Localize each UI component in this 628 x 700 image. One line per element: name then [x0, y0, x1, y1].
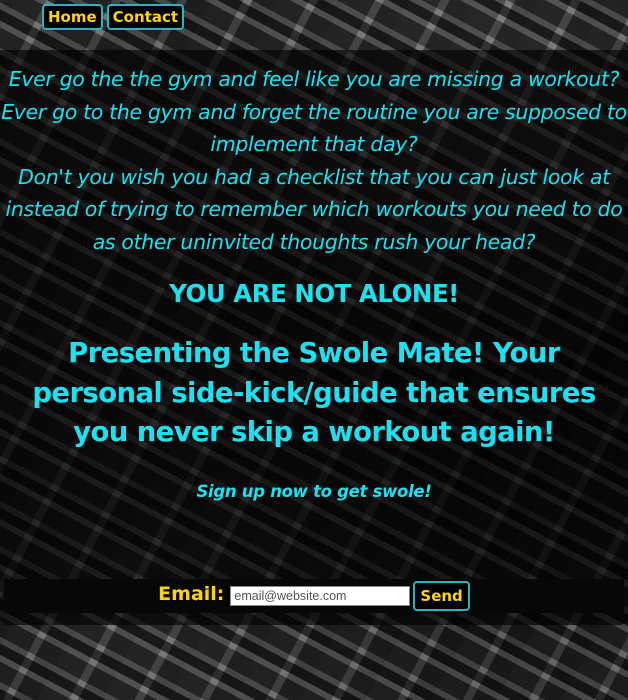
- signup-prompt: Sign up now to get swole!: [196, 481, 432, 501]
- email-signup-form: Email: Send: [4, 579, 624, 613]
- nav-home-link[interactable]: Home: [42, 4, 103, 30]
- send-button[interactable]: Send: [413, 581, 470, 611]
- intro-line-forget-routine: Ever go to the gym and forget the routin…: [1, 99, 627, 157]
- email-field[interactable]: [230, 586, 411, 606]
- headline-not-alone: YOU ARE NOT ALONE!: [169, 279, 459, 308]
- intro-line-checklist: Don't you wish you had a checklist that …: [5, 164, 623, 254]
- page-body: { "nav": { "home_label": "Home", "contac…: [0, 0, 628, 700]
- top-nav: Home Contact: [42, 4, 185, 30]
- presenting-heading: Presenting the Swole Mate! Your personal…: [32, 337, 596, 448]
- intro-paragraph: Ever go the the gym and feel like you ar…: [0, 50, 628, 258]
- email-label: Email:: [158, 583, 225, 605]
- content-panel: Ever go the the gym and feel like you ar…: [0, 50, 628, 625]
- nav-contact-link[interactable]: Contact: [106, 4, 185, 30]
- intro-line-missing-workout: Ever go the the gym and feel like you ar…: [8, 67, 620, 91]
